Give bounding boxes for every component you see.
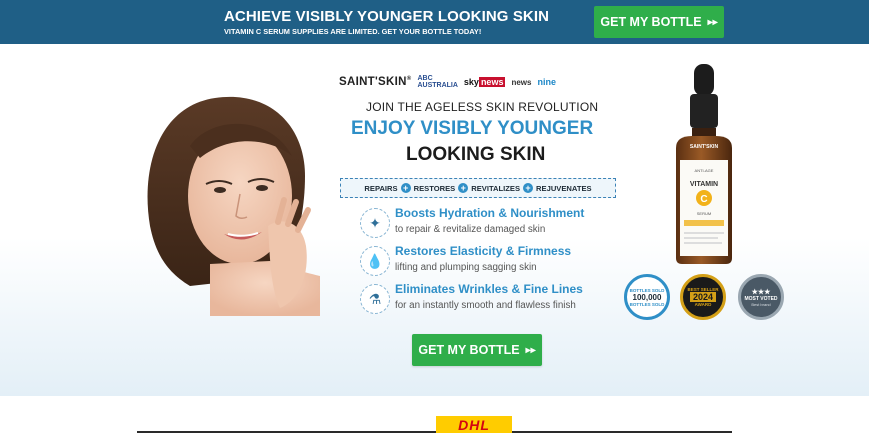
flask-icon: ⚗: [360, 284, 390, 314]
benefit-desc: for an instantly smooth and flawless fin…: [395, 300, 576, 311]
benefit-title: Eliminates Wrinkles & Fine Lines: [395, 282, 583, 296]
badge-bottom: AWARD: [694, 302, 712, 307]
hero-cta-button[interactable]: GET MY BOTTLE ▸▸: [412, 334, 542, 366]
badge-stars: ★★★: [751, 288, 771, 296]
badge-bottom: BOTTLES SOLD: [629, 301, 665, 307]
droplet-icon: 💧: [360, 246, 390, 276]
dhl-logo-text: DHL: [458, 416, 490, 433]
model-woman-image: [147, 96, 320, 316]
badge-main: 2024: [689, 292, 717, 302]
hero-headline-dark: LOOKING SKIN: [406, 144, 546, 165]
bottle-label-top: ANTI-AGE: [695, 168, 714, 173]
tag-label: REPAIRS: [364, 183, 398, 193]
dhl-logo: DHL: [436, 416, 512, 433]
sparkle-icon: ✦: [360, 208, 390, 238]
benefit-title: Boosts Hydration & Nourishment: [395, 206, 585, 220]
double-chevron-right-icon: ▸▸: [525, 344, 536, 356]
abc-logo: ABC AUSTRALIA: [417, 75, 458, 89]
banner-subline: VITAMIN C SERUM SUPPLIES ARE LIMITED. GE…: [224, 27, 482, 36]
brand-logo: SAINT'SKIN®: [339, 76, 412, 88]
shipping-strip: [0, 396, 869, 433]
most-voted-badge: ★★★ MOST VOTED Best brand: [738, 274, 784, 320]
hero-headline-accent: ENJOY VISIBLY YOUNGER: [351, 118, 594, 139]
benefit-tags: REPAIRS + RESTORES + REVITALIZES + REJUV…: [340, 178, 616, 198]
nine-logo: nine: [537, 77, 556, 87]
benefit-item: 💧 Restores Elasticity & Firmness lifting…: [360, 244, 620, 278]
benefit-desc: lifting and plumping sagging skin: [395, 262, 537, 273]
benefit-item: ⚗ Eliminates Wrinkles & Fine Lines for a…: [360, 282, 620, 316]
benefit-item: ✦ Boosts Hydration & Nourishment to repa…: [360, 206, 620, 240]
bottles-sold-badge: BOTTLES SOLD 100,000 BOTTLES SOLD: [624, 274, 670, 320]
bottle-label-type: SERUM: [697, 211, 711, 216]
plus-icon: +: [523, 183, 534, 193]
benefit-title: Restores Elasticity & Firmness: [395, 244, 572, 258]
bottle-label-letter: C: [700, 194, 707, 205]
banner-headline: ACHIEVE VISIBLY YOUNGER LOOKING SKIN: [224, 8, 550, 25]
banner-cta-button[interactable]: GET MY BOTTLE ▸▸: [594, 6, 724, 38]
badge-main: 100,000: [632, 292, 662, 302]
bottle-label-name: VITAMIN: [690, 181, 718, 188]
news-com-au-logo: news: [511, 77, 532, 87]
banner-cta-label: GET MY BOTTLE: [600, 15, 702, 29]
benefit-desc: to repair & revitalize damaged skin: [395, 224, 546, 235]
plus-icon: +: [400, 183, 411, 193]
press-logos-row: SAINT'SKIN® ABC AUSTRALIA sky news news ni…: [339, 74, 615, 90]
top-banner: ACHIEVE VISIBLY YOUNGER LOOKING SKIN VIT…: [0, 0, 869, 44]
hero-cta-label: GET MY BOTTLE: [418, 343, 520, 357]
double-chevron-right-icon: ▸▸: [707, 16, 718, 28]
sky-news-logo: sky news: [463, 77, 506, 87]
bottle-brand: SAINT'SKIN: [690, 144, 719, 150]
plus-icon: +: [458, 183, 469, 193]
tag-label: REJUVENATES: [536, 183, 592, 193]
tag-label: REVITALIZES: [471, 183, 521, 193]
serum-bottle-image: SAINT'SKIN ANTI-AGE VITAMIN C SERUM: [676, 64, 732, 264]
award-2024-badge: BEST SELLER 2024 AWARD: [680, 274, 726, 320]
badge-bottom: Best brand: [751, 301, 771, 307]
hero-kicker: JOIN THE AGELESS SKIN REVOLUTION: [366, 100, 599, 114]
tag-label: RESTORES: [413, 183, 456, 193]
